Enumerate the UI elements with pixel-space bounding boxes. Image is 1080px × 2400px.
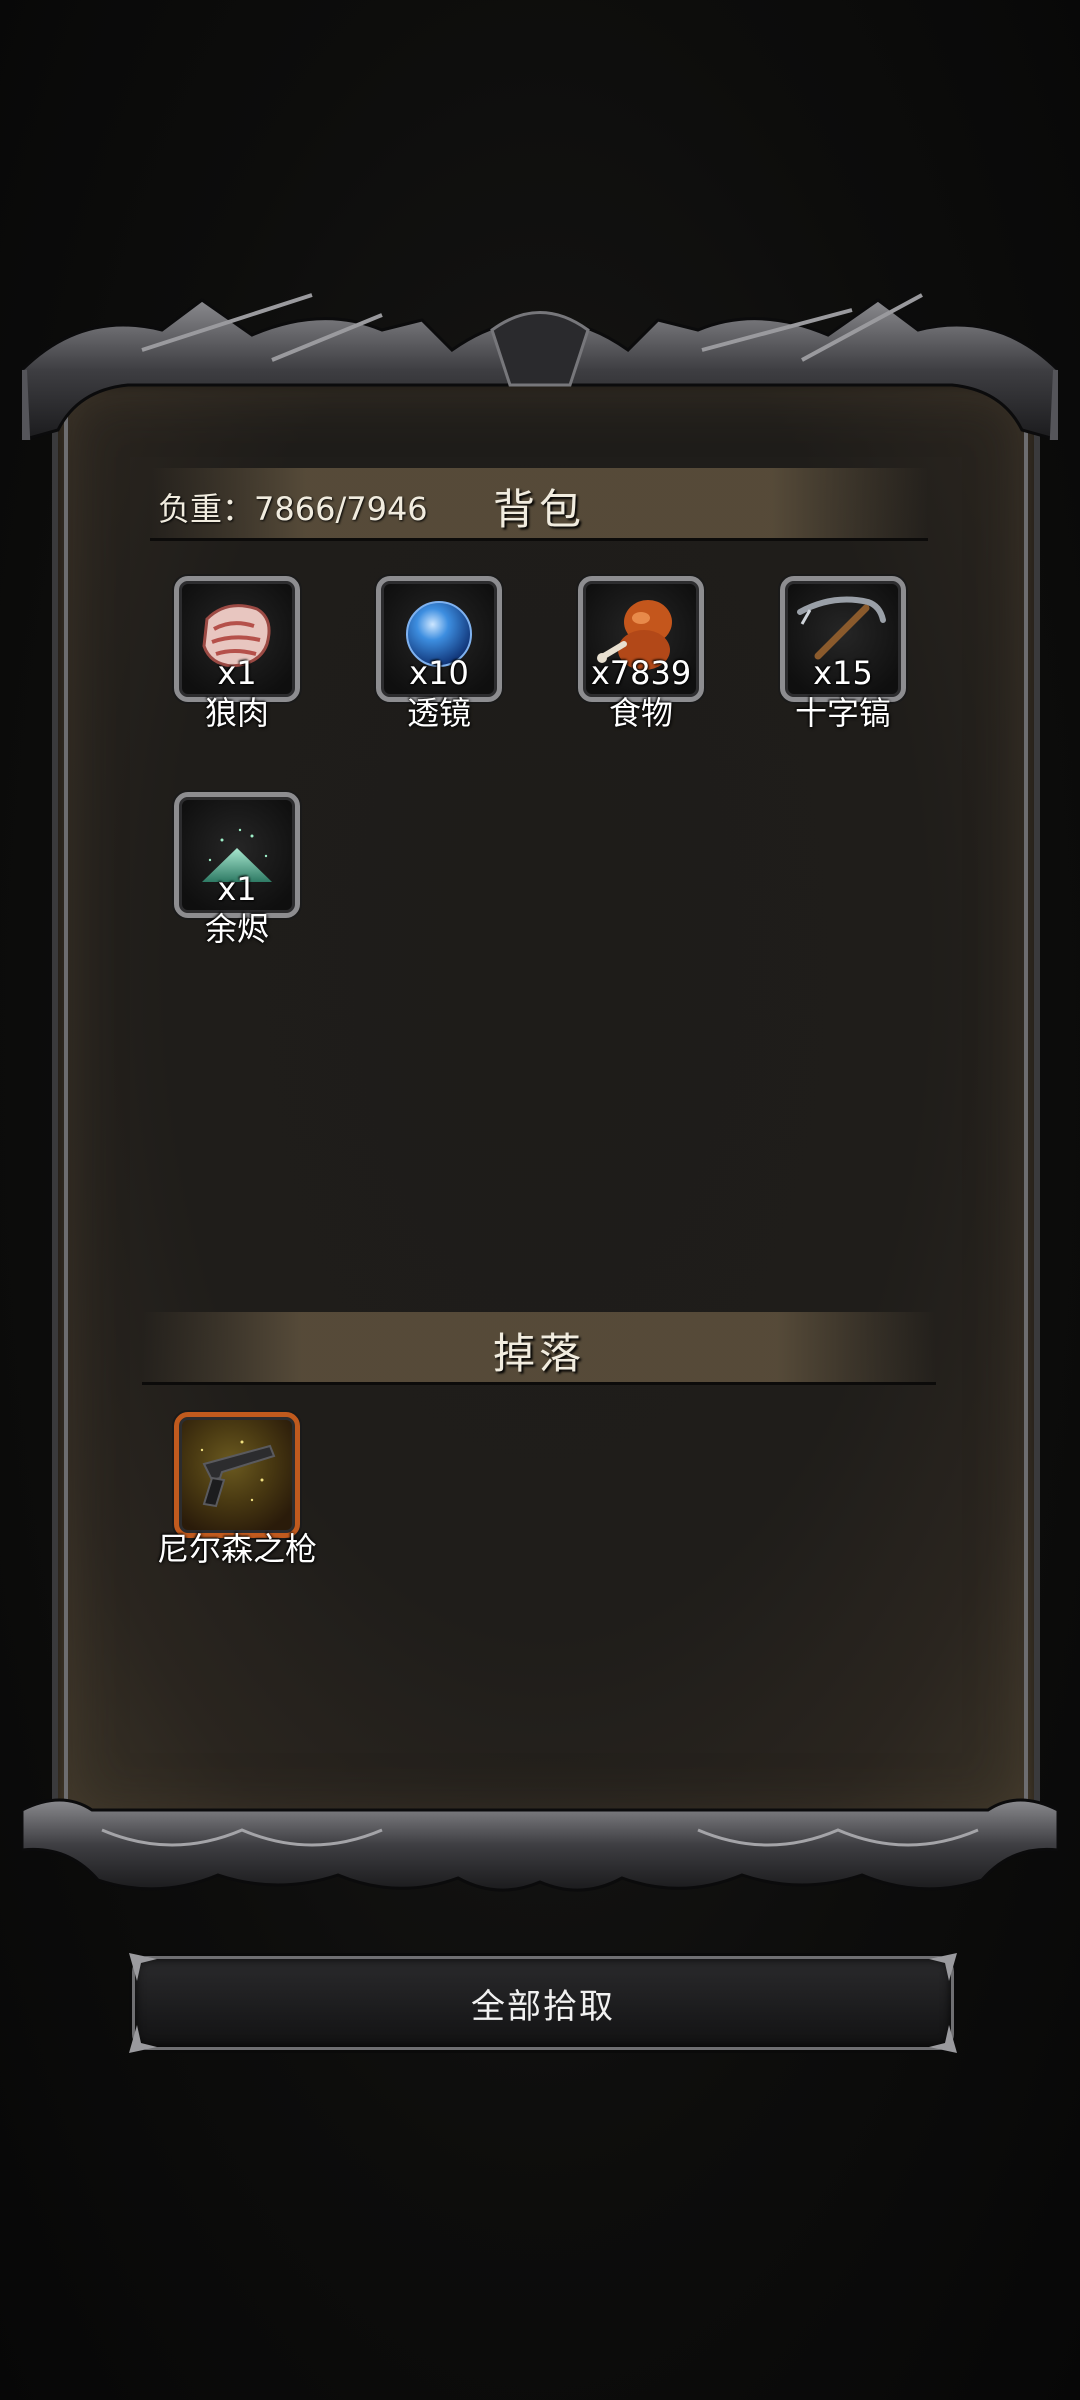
pickup-all-label: 全部拾取 xyxy=(471,1987,615,2027)
item-quantity: x1 xyxy=(217,870,257,908)
backpack-slot-food[interactable]: x7839 食物 xyxy=(578,576,704,732)
drops-header: 掉落 xyxy=(142,1312,936,1385)
backpack-slot-ember[interactable]: x1 余烬 xyxy=(174,792,300,948)
item-quantity: x15 xyxy=(813,654,873,692)
drops-title: 掉落 xyxy=(492,1329,585,1378)
item-name: 十字镐 xyxy=(794,694,891,732)
backpack-slot-lens[interactable]: x10 透镜 xyxy=(376,576,502,732)
item-quantity: x10 xyxy=(409,654,469,692)
item-quantity: x7839 xyxy=(590,654,692,692)
backpack-title: 背包 xyxy=(492,485,585,534)
item-name: 余烬 xyxy=(204,910,269,948)
backpack-header: 负重：7866/7946 背包 xyxy=(150,468,928,541)
frame-bottom-ornament xyxy=(22,1798,1058,1892)
drop-slot-nelson-gun[interactable]: 尼尔森之枪 xyxy=(157,1412,317,1568)
backpack-slot-wolf-meat[interactable]: x1 狼肉 xyxy=(174,576,300,732)
backpack-slot-pickaxe[interactable]: x15 十字镐 xyxy=(780,576,906,732)
frame-top-ornament xyxy=(22,293,1058,440)
pickup-all-button[interactable]: 全部拾取 xyxy=(129,1953,957,2053)
item-quantity: x1 xyxy=(217,654,257,692)
gun-icon xyxy=(200,1440,276,1508)
item-name: 尼尔森之枪 xyxy=(156,1530,317,1568)
